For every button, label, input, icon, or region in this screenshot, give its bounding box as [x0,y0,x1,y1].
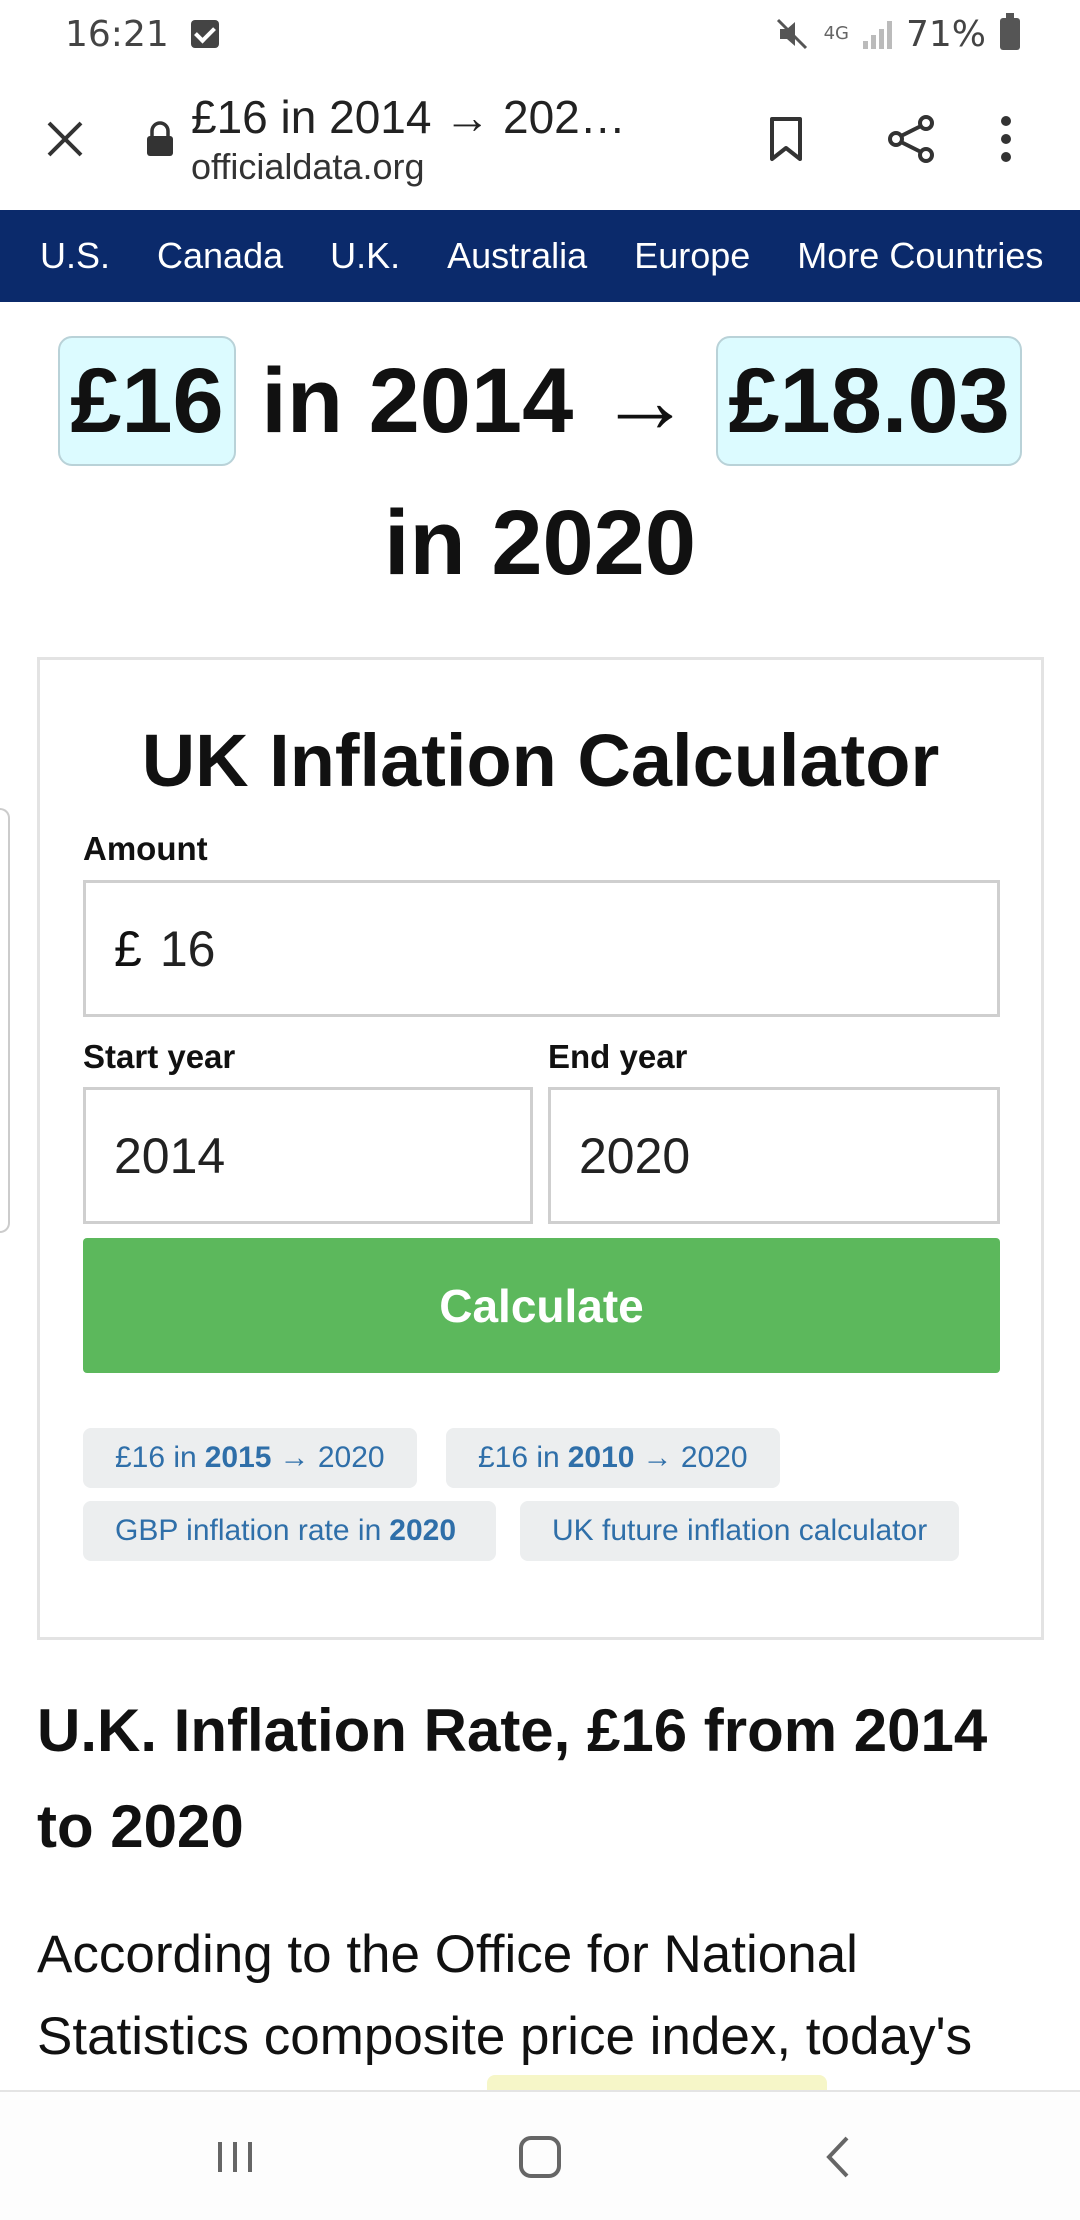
amount-value: 16 [159,920,216,977]
nav-item-us[interactable]: U.S. [40,235,110,277]
close-tab-button[interactable] [0,68,130,210]
headline-in: in [261,350,344,452]
battery-icon [1000,13,1020,50]
page-title: £16 in 2014 → 202… [191,91,626,143]
calculate-button[interactable]: Calculate [83,1238,1000,1373]
more-vert-icon [1001,116,1011,162]
network-type-icon: 4G [823,23,849,44]
calculator-title: UK Inflation Calculator [141,719,940,802]
end-year-value: 2020 [579,1127,691,1184]
mute-icon [774,16,810,52]
more-menu-button[interactable] [961,94,1051,184]
back-button[interactable] [770,2092,910,2220]
end-year-label: End year [548,1038,688,1075]
notification-check-icon [190,20,219,48]
bookmark-button[interactable] [741,94,831,184]
chip-prefix: GBP inflation rate in [115,1514,382,1547]
address-bar[interactable]: £16 in 2014 → 202… officialdata.org [191,90,711,188]
status-icons: 4G 71% [774,13,1020,55]
headline-start-year: 2014 [368,350,574,452]
headline-result: £18.03 [716,336,1022,466]
chip-suffix: → 2020 [642,1441,748,1474]
signal-icon [862,19,892,49]
start-year-value: 2014 [114,1127,226,1184]
chip-suffix: → 2020 [279,1441,385,1474]
nav-item-uk[interactable]: U.K. [330,235,400,277]
link-chip-2015[interactable]: £16 in 2015 → 2020 [83,1428,417,1488]
nav-item-australia[interactable]: Australia [447,235,587,277]
chip-prefix: £16 in [478,1441,560,1474]
nav-item-canada[interactable]: Canada [157,235,283,277]
country-nav: U.S. Canada U.K. Australia Europe More C… [0,210,1080,302]
currency-symbol: £ [114,920,142,977]
link-chip-2010[interactable]: £16 in 2010 → 2020 [446,1428,780,1488]
lock-icon [145,121,175,157]
amount-label: Amount [83,830,208,867]
chip-prefix: £16 in [115,1441,197,1474]
start-year-input[interactable]: 2014 [83,1087,533,1224]
battery-percent: 71% [905,13,986,55]
inflation-calculator: UK Inflation Calculator Amount £ 16 Star… [37,657,1044,1640]
link-chip-gbp-rate[interactable]: GBP inflation rate in 2020 [83,1501,497,1561]
system-nav-bar [0,2090,1080,2220]
recent-apps-button[interactable] [165,2092,305,2220]
recent-apps-icon [218,2142,252,2172]
start-year-label: Start year [83,1038,236,1075]
amount-input[interactable]: £ 16 [83,880,1000,1017]
bookmark-icon [770,117,802,161]
status-time: 16:21 [65,13,169,55]
chip-bold: 2020 [389,1514,457,1547]
close-icon [47,121,83,157]
url-domain: officialdata.org [191,146,425,187]
browser-toolbar: £16 in 2014 → 202… officialdata.org [0,68,1080,210]
home-icon [519,2136,561,2178]
chip-bold: 2015 [204,1441,272,1474]
back-icon [826,2136,849,2178]
status-bar: 16:21 4G 71% [0,0,1080,68]
link-chip-future-calculator[interactable]: UK future inflation calculator [520,1501,960,1561]
nav-item-more-countries[interactable]: More Countries [797,235,1043,277]
headline: £16 in 2014 → £18.03 in 2020 [30,330,1050,614]
home-button[interactable] [470,2092,610,2220]
end-year-input[interactable]: 2020 [548,1087,1000,1224]
chip-prefix: UK future inflation calculator [552,1514,928,1547]
article-paragraph: According to the Office for National Sta… [37,1925,973,2066]
article-heading: U.K. Inflation Rate, £16 from 2014 to 20… [37,1697,988,1860]
headline-arrow: → [598,350,691,452]
share-button[interactable] [866,94,956,184]
side-handle[interactable] [0,808,10,1233]
share-icon [888,115,934,163]
nav-item-europe[interactable]: Europe [634,235,750,277]
headline-amount: £16 [58,336,236,466]
chip-bold: 2010 [567,1441,635,1474]
headline-end-year: in 2020 [384,492,696,594]
